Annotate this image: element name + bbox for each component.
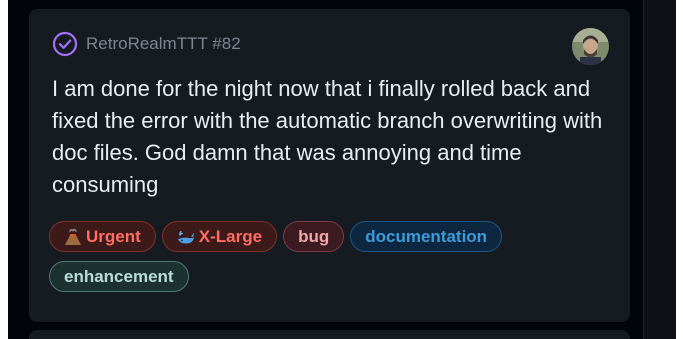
repository-name: RetroRealmTTT bbox=[86, 34, 208, 53]
label-text: documentation bbox=[365, 226, 488, 246]
label-enhancement[interactable]: enhancement bbox=[49, 261, 189, 292]
issue-card[interactable]: RetroRealmTTT #82 I am done for the nigh… bbox=[29, 9, 630, 322]
issue-title[interactable]: I am done for the night now that i final… bbox=[52, 73, 607, 201]
label-text: enhancement bbox=[64, 266, 174, 286]
card-header: RetroRealmTTT #82 bbox=[52, 31, 241, 57]
issue-number: #82 bbox=[212, 34, 241, 53]
whale-icon bbox=[177, 228, 195, 246]
label-text: X-Large bbox=[198, 226, 263, 246]
issue-open-icon bbox=[52, 31, 78, 57]
label-documentation[interactable]: documentation bbox=[350, 221, 503, 252]
label-text: bug bbox=[298, 226, 330, 246]
label-urgent[interactable]: Urgent bbox=[49, 221, 156, 252]
column-scrollbar[interactable] bbox=[643, 0, 676, 339]
next-card[interactable] bbox=[29, 330, 630, 339]
label-bug[interactable]: bug bbox=[283, 221, 345, 252]
issue-reference[interactable]: RetroRealmTTT #82 bbox=[86, 34, 241, 54]
label-text: Urgent bbox=[86, 226, 141, 246]
volcano-icon bbox=[64, 228, 82, 246]
label-x-large[interactable]: X-Large bbox=[161, 221, 278, 252]
label-list: Urgent X-Large bug documentation enhance… bbox=[49, 221, 589, 292]
user-avatar-icon[interactable] bbox=[572, 28, 609, 65]
